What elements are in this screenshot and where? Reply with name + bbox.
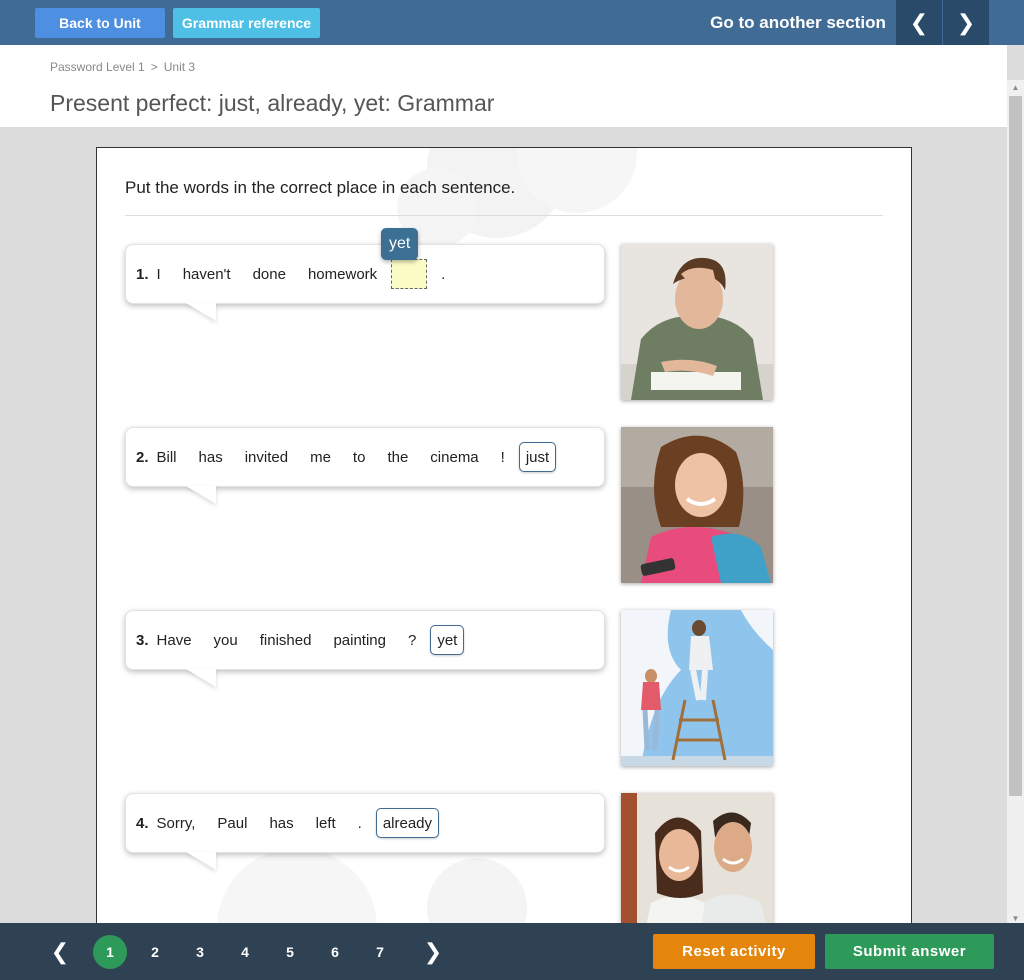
activity-panel: Put the words in the correct place in ea… xyxy=(96,147,912,927)
submit-answer-button[interactable]: Submit answer xyxy=(825,934,994,969)
sentence-4: 4. Sorry, Paul has left . already xyxy=(136,794,440,852)
word: painting xyxy=(333,631,386,649)
breadcrumb-separator: > xyxy=(150,60,158,74)
sentence-3: 3. Have you finished painting ? yet xyxy=(136,611,465,669)
sentence-2: 2. Bill has invited me to the cinema ! j… xyxy=(136,428,557,486)
page-5-button[interactable]: 5 xyxy=(273,935,307,969)
word: ? xyxy=(407,631,417,649)
word: done xyxy=(252,265,286,283)
breadcrumb-unit[interactable]: Unit 3 xyxy=(164,60,195,74)
word: haven't xyxy=(182,265,231,283)
word: has xyxy=(198,448,223,466)
word: invited xyxy=(244,448,289,466)
page-prev-button[interactable]: ❮ xyxy=(45,937,75,967)
word: finished xyxy=(259,631,312,649)
item-number: 1. xyxy=(136,265,149,283)
page-6-button[interactable]: 6 xyxy=(318,935,352,969)
breadcrumb: Password Level 1 > Unit 3 xyxy=(50,60,195,74)
breadcrumb-course[interactable]: Password Level 1 xyxy=(50,60,145,74)
word: the xyxy=(387,448,409,466)
chevron-left-icon: ❮ xyxy=(50,939,70,964)
scroll-up-icon[interactable]: ▲ xyxy=(1007,80,1024,94)
bottom-bar: ❮ 1 2 3 4 5 6 7 ❯ Reset activity Submit … xyxy=(0,923,1024,980)
chevron-right-icon: ❯ xyxy=(423,939,443,964)
sentence-bubble-4: 4. Sorry, Paul has left . already xyxy=(125,793,605,870)
word: cinema xyxy=(430,448,479,466)
page-3-button[interactable]: 3 xyxy=(183,935,217,969)
scroll-thumb[interactable] xyxy=(1009,96,1022,796)
photo-student-stressed xyxy=(621,244,773,400)
word-chip-just[interactable]: just xyxy=(518,442,557,472)
section-prev-button[interactable]: ❮ xyxy=(896,0,942,45)
chevron-left-icon: ❮ xyxy=(909,9,929,35)
activity-instruction: Put the words in the correct place in ea… xyxy=(125,178,516,197)
word: Bill xyxy=(156,448,177,466)
item-number: 3. xyxy=(136,631,149,649)
word-chip-already[interactable]: already xyxy=(375,808,440,838)
page-4-button[interactable]: 4 xyxy=(228,935,262,969)
photo-couple-smiling xyxy=(621,793,773,926)
word: homework xyxy=(307,265,378,283)
photo-painting-wall xyxy=(621,610,773,766)
page-1-button[interactable]: 1 xyxy=(93,935,127,969)
word: I xyxy=(156,265,161,283)
word: me xyxy=(310,448,331,466)
sentence-bubble-2: 2. Bill has invited me to the cinema ! j… xyxy=(125,427,605,504)
go-to-another-section-button[interactable]: Go to another section xyxy=(700,0,896,45)
page-7-button[interactable]: 7 xyxy=(363,935,397,969)
grammar-reference-button[interactable]: Grammar reference xyxy=(173,8,320,38)
bubble-tail xyxy=(186,852,216,870)
page-next-button[interactable]: ❯ xyxy=(418,937,448,967)
word: Have xyxy=(156,631,192,649)
word: Sorry, xyxy=(156,814,196,832)
word: ! xyxy=(500,448,505,466)
back-to-unit-button[interactable]: Back to Unit xyxy=(35,8,165,38)
item-number: 4. xyxy=(136,814,149,832)
top-bar: Back to Unit Grammar reference Go to ano… xyxy=(0,0,1024,45)
chevron-right-icon: ❯ xyxy=(956,9,976,35)
word: . xyxy=(357,814,362,832)
sentence-bubble-1: 1. I haven't done homework . xyxy=(125,244,605,321)
word: . xyxy=(441,265,446,283)
item-number: 2. xyxy=(136,448,149,466)
photo-girl-smiling xyxy=(621,427,773,583)
word: Paul xyxy=(217,814,248,832)
reset-activity-button[interactable]: Reset activity xyxy=(653,934,815,969)
word: to xyxy=(352,448,366,466)
page-title: Present perfect: just, already, yet: Gra… xyxy=(50,90,495,116)
word: left xyxy=(315,814,336,832)
sentence-bubble-3: 3. Have you finished painting ? yet xyxy=(125,610,605,687)
bubble-tail xyxy=(186,303,216,321)
drop-target[interactable] xyxy=(391,259,428,289)
bubble-tail xyxy=(186,669,216,687)
word: has xyxy=(269,814,294,832)
page-header: Password Level 1 > Unit 3 Present perfec… xyxy=(0,45,1007,127)
divider xyxy=(125,215,883,216)
page-scrollbar[interactable]: ▲ ▼ xyxy=(1007,80,1024,925)
dragging-word-chip[interactable]: yet xyxy=(381,228,419,260)
bubble-tail xyxy=(186,486,216,504)
word: you xyxy=(213,631,238,649)
word-chip-yet[interactable]: yet xyxy=(430,625,465,655)
section-next-button[interactable]: ❯ xyxy=(943,0,989,45)
page-2-button[interactable]: 2 xyxy=(138,935,172,969)
